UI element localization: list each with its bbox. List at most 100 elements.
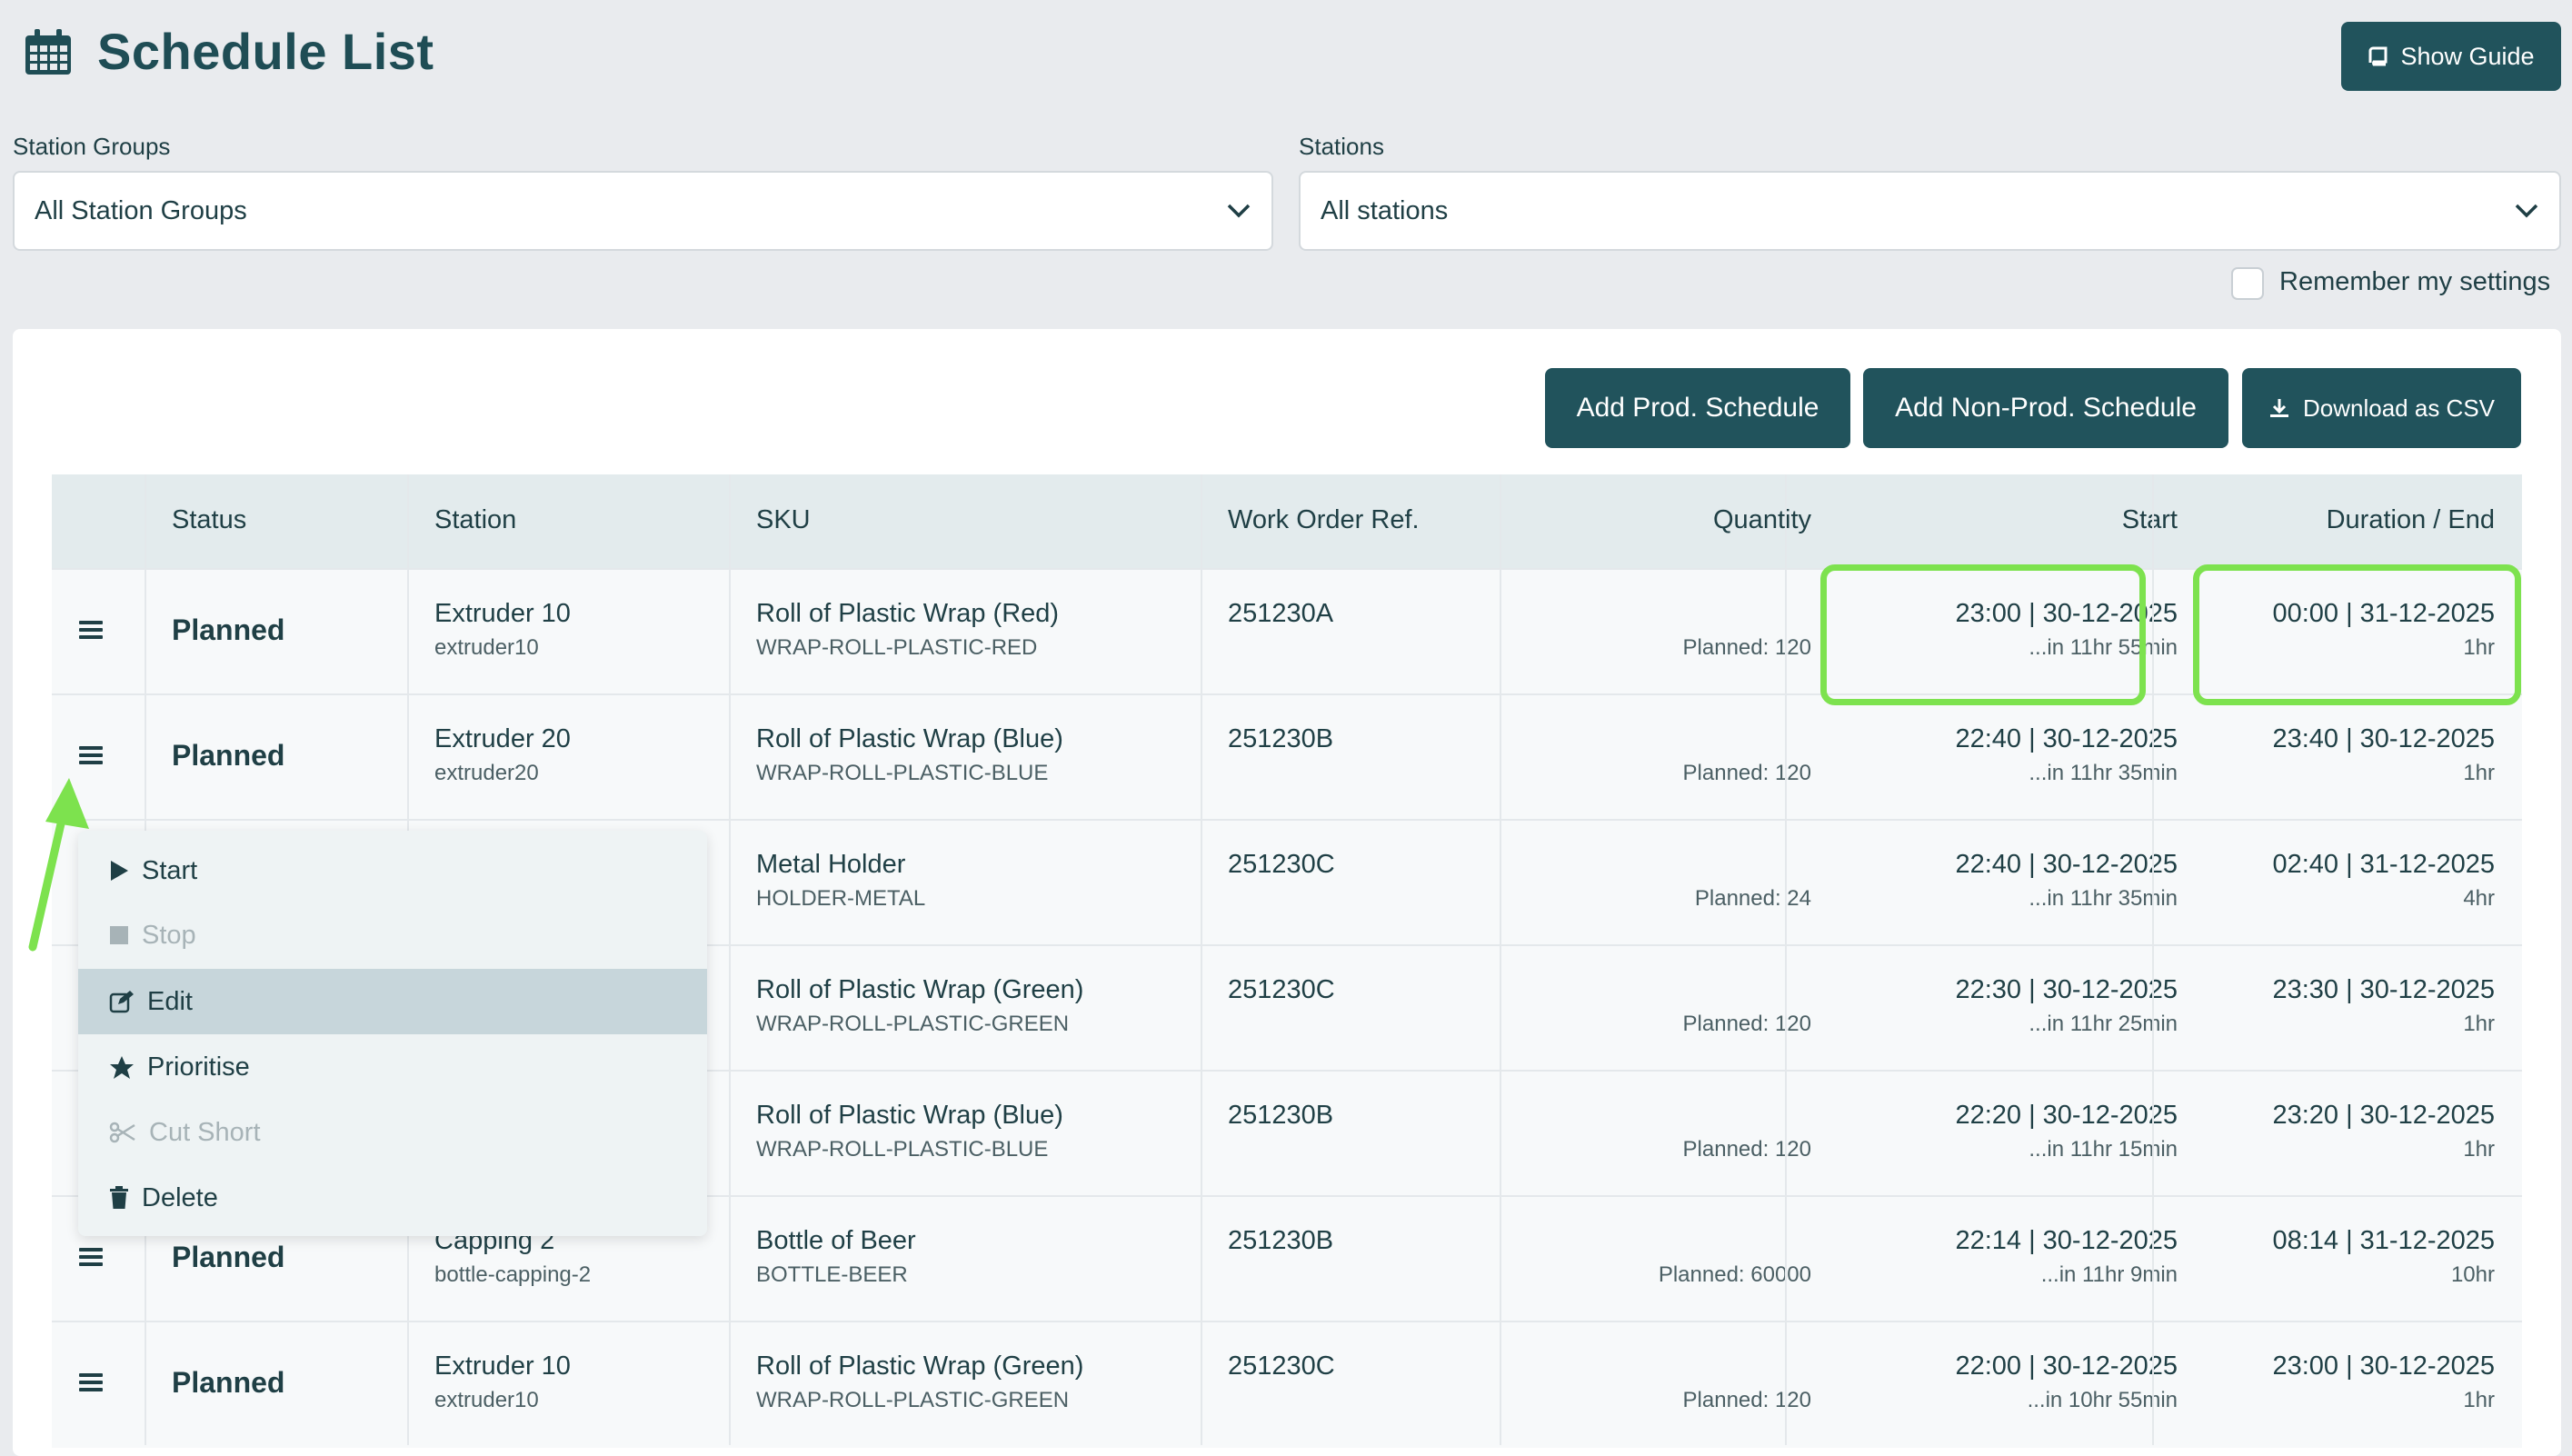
col-quantity[interactable]: Quantity [1713, 505, 1811, 535]
stations-label: Stations [1299, 133, 1384, 160]
duration: 1hr [2463, 1388, 2495, 1412]
station-id: extruder10 [434, 635, 539, 660]
quantity: Planned: 60000 [1658, 1262, 1811, 1287]
col-start[interactable]: Start [2122, 505, 2178, 535]
star-icon [110, 1055, 134, 1079]
menu-edit[interactable]: Edit [78, 969, 707, 1034]
status-label: Planned [172, 613, 285, 646]
status-label: Planned [172, 1366, 285, 1399]
drag-menu-icon[interactable] [79, 1248, 103, 1266]
work-order-ref: 251230B [1228, 1226, 1334, 1255]
drag-menu-icon[interactable] [79, 746, 103, 764]
menu-cut-short-label: Cut Short [149, 1117, 261, 1147]
menu-prioritise-label: Prioritise [147, 1052, 250, 1082]
station-groups-label: Station Groups [13, 133, 171, 160]
sku-name: Roll of Plastic Wrap (Green) [756, 975, 1084, 1004]
end-time: 02:40 | 31-12-2025 [2272, 850, 2495, 879]
station-name: Extruder 10 [434, 1351, 571, 1381]
chevron-down-icon [2515, 204, 2538, 218]
chevron-down-icon [1227, 204, 1251, 218]
station-id: bottle-capping-2 [434, 1262, 592, 1287]
start-time: 22:30 | 30-12-2025 [1955, 975, 2178, 1004]
sku-name: Roll of Plastic Wrap (Red) [756, 599, 1060, 628]
col-status[interactable]: Status [172, 505, 246, 535]
duration: 4hr [2463, 886, 2495, 911]
download-csv-button[interactable]: Download as CSV [2242, 368, 2521, 448]
start-relative: ...in 11hr 35min [2029, 761, 2178, 785]
add-nonprod-schedule-button[interactable]: Add Non-Prod. Schedule [1863, 368, 2228, 448]
quantity: Planned: 120 [1682, 761, 1811, 785]
add-prod-schedule-button[interactable]: Add Prod. Schedule [1545, 368, 1850, 448]
menu-stop[interactable]: Stop [78, 903, 707, 968]
start-time: 22:40 | 30-12-2025 [1955, 724, 2178, 753]
station-id: extruder10 [434, 1388, 539, 1412]
start-time: 22:00 | 30-12-2025 [1955, 1351, 2178, 1381]
col-sku[interactable]: SKU [756, 505, 811, 535]
end-time: 23:40 | 30-12-2025 [2272, 724, 2495, 753]
stations-select[interactable]: All stations [1299, 171, 2561, 251]
quantity: Planned: 24 [1694, 886, 1811, 911]
station-groups-select[interactable]: All Station Groups [13, 171, 1273, 251]
sku-name: Metal Holder [756, 850, 906, 879]
menu-prioritise[interactable]: Prioritise [78, 1034, 707, 1100]
col-station[interactable]: Station [434, 505, 516, 535]
end-time: 08:14 | 31-12-2025 [2272, 1226, 2495, 1255]
end-time: 23:30 | 30-12-2025 [2272, 975, 2495, 1004]
menu-stop-label: Stop [142, 920, 196, 950]
sku-code: WRAP-ROLL-PLASTIC-RED [756, 635, 1038, 660]
quantity: Planned: 120 [1682, 1137, 1811, 1162]
start-time: 22:40 | 30-12-2025 [1955, 850, 2178, 879]
sku-name: Roll of Plastic Wrap (Blue) [756, 1101, 1063, 1130]
end-time: 23:20 | 30-12-2025 [2272, 1101, 2495, 1130]
show-guide-label: Show Guide [2400, 42, 2535, 70]
start-relative: ...in 11hr 9min [2040, 1262, 2178, 1287]
menu-delete[interactable]: Delete [78, 1165, 707, 1231]
drag-menu-icon[interactable] [79, 1373, 103, 1391]
work-order-ref: 251230C [1228, 975, 1335, 1004]
quantity: Planned: 120 [1682, 1388, 1811, 1412]
download-icon [2270, 399, 2288, 417]
end-time: 23:00 | 30-12-2025 [2272, 1351, 2495, 1381]
sku-name: Roll of Plastic Wrap (Blue) [756, 724, 1063, 753]
station-groups-value: All Station Groups [35, 195, 247, 225]
station-name: Extruder 10 [434, 599, 571, 628]
station-name: Extruder 20 [434, 724, 571, 753]
sku-code: HOLDER-METAL [756, 886, 926, 911]
start-relative: ...in 10hr 55min [2027, 1388, 2178, 1412]
remember-settings-checkbox[interactable] [2231, 267, 2264, 300]
col-work-order[interactable]: Work Order Ref. [1228, 505, 1420, 535]
remember-settings-label: Remember my settings [2279, 267, 2551, 296]
play-icon [111, 861, 128, 881]
drag-menu-icon[interactable] [79, 621, 103, 639]
col-duration-end[interactable]: Duration / End [2327, 505, 2495, 535]
duration: 1hr [2463, 1137, 2495, 1162]
sku-name: Roll of Plastic Wrap (Green) [756, 1351, 1084, 1381]
menu-start-label: Start [142, 855, 198, 885]
station-id: extruder20 [434, 761, 539, 785]
duration: 1hr [2463, 1012, 2495, 1036]
status-label: Planned [172, 739, 285, 772]
menu-start[interactable]: Start [78, 838, 707, 903]
menu-cut-short[interactable]: Cut Short [78, 1100, 707, 1165]
start-relative: ...in 11hr 15min [2029, 1137, 2178, 1162]
start-relative: ...in 11hr 25min [2029, 1012, 2178, 1036]
work-order-ref: 251230C [1228, 1351, 1335, 1381]
work-order-ref: 251230A [1228, 599, 1334, 628]
quantity: Planned: 120 [1682, 635, 1811, 660]
show-guide-button[interactable]: Show Guide [2341, 22, 2561, 91]
sku-code: WRAP-ROLL-PLASTIC-BLUE [756, 1137, 1049, 1162]
sku-code: WRAP-ROLL-PLASTIC-BLUE [756, 761, 1049, 785]
sku-code: WRAP-ROLL-PLASTIC-GREEN [756, 1012, 1070, 1036]
scissors-icon [109, 1122, 135, 1143]
book-icon [2368, 46, 2388, 66]
calendar-icon [25, 29, 71, 75]
start-time: 22:20 | 30-12-2025 [1955, 1101, 2178, 1130]
start-highlight [1820, 564, 2146, 705]
sku-code: WRAP-ROLL-PLASTIC-GREEN [756, 1388, 1070, 1412]
stop-icon [110, 926, 128, 944]
trash-icon [110, 1186, 128, 1209]
work-order-ref: 251230B [1228, 1101, 1334, 1130]
duration: 1hr [2463, 761, 2495, 785]
row-context-menu: Start Stop Edit Prioritise Cut Short Del… [78, 831, 707, 1236]
page-title: Schedule List [97, 23, 434, 80]
